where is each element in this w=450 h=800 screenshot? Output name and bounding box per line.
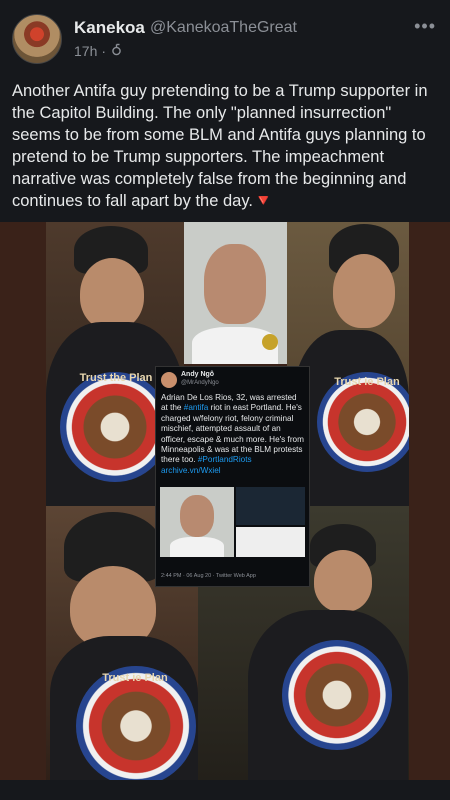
more-options-icon[interactable]: •••: [414, 16, 436, 37]
embedded-tweet-screenshot: Andy Ngô @MrAndyNgo Adrian De Los Rios, …: [155, 366, 310, 587]
embedded-author-handle: @MrAndyNgo: [181, 380, 219, 386]
bottom-spacer: [0, 780, 450, 800]
face-shape: [80, 258, 144, 330]
post-time[interactable]: 17h: [74, 43, 97, 59]
embedded-photo: [236, 487, 305, 525]
photo-mugshot: [184, 222, 287, 364]
red-triangle-icon: 🔻: [252, 192, 274, 210]
face-shape: [314, 550, 372, 612]
embedded-author-name: Andy Ngô: [181, 371, 215, 378]
shirt-text: Trust ie Plan: [102, 672, 168, 684]
embedded-document: [236, 527, 305, 557]
embedded-timestamp: 2:44 PM · 06 Aug 20 · Twitter Web App: [161, 573, 256, 579]
shirt-text: Trust ie Plan: [334, 376, 400, 388]
shirt-text: Trust the Plan: [79, 372, 153, 384]
eagle-emblem: [60, 372, 170, 482]
author-display-name[interactable]: Kanekoa: [74, 18, 145, 38]
embedded-hashtag: #antifa: [183, 403, 209, 413]
post-media-image[interactable]: Trust the Plan Trust ie Plan Trust ie Pl…: [0, 222, 450, 780]
post-meta: 17h ·: [74, 43, 123, 59]
sheriff-badge-icon: [262, 334, 278, 350]
embedded-tweet-text: Adrian De Los Rios, 32, was arrested at …: [161, 393, 304, 476]
face-shape: [333, 254, 395, 328]
bot-icon: [110, 43, 123, 59]
post-header: Kanekoa @KanekoaTheGreat 17h · •••: [0, 0, 450, 70]
author-avatar[interactable]: [12, 14, 62, 64]
eagle-emblem: [282, 640, 392, 750]
post-body: Another Antifa guy pretending to be a Tr…: [12, 80, 438, 212]
meta-separator: ·: [101, 43, 107, 59]
embedded-author-avatar: [161, 372, 177, 388]
post-text: Another Antifa guy pretending to be a Tr…: [12, 82, 428, 210]
embedded-mugshot: [160, 487, 234, 557]
author-handle[interactable]: @KanekoaTheGreat: [150, 19, 297, 37]
mugshot-face: [204, 244, 266, 324]
